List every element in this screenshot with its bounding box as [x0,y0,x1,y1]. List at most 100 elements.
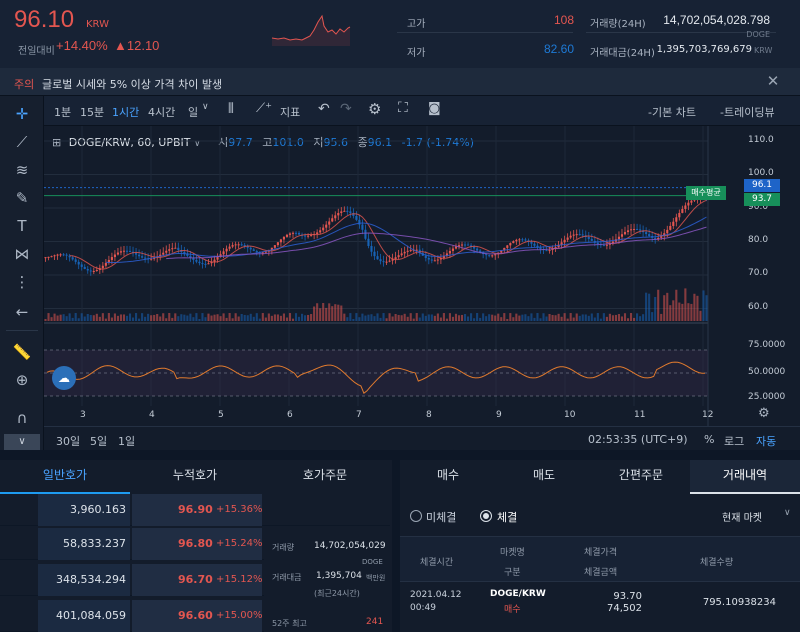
tab-buy[interactable]: 매수 [400,466,496,483]
price-tick: 70.0 [748,268,769,278]
price-axis[interactable]: 110.0 100.0 90.0 80.0 70.0 60.0 96.1 93.… [686,126,800,426]
candle-body [379,259,382,262]
radio-unfilled[interactable] [410,510,422,522]
cloud-icon[interactable]: ☁ [52,366,76,390]
candle-body [364,229,367,239]
fullscreen-icon[interactable]: ⛶ [398,100,408,116]
trade-row[interactable]: 2021.04.12 00:49 DOGE/KRW 매수 93.70 74,50… [400,582,800,632]
text-icon[interactable]: T [12,216,32,236]
pattern-icon[interactable]: ⋈ [12,244,32,264]
clock-time[interactable]: 02:53:35 (UTC+9) [588,433,688,446]
undo-icon[interactable]: ↶ [318,101,330,117]
time-axis[interactable]: 3 4 5 6 7 8 9 10 11 12 [44,408,713,426]
price-currency: KRW [86,19,109,30]
candle-body [485,254,488,256]
candle-body [587,236,590,239]
brush-icon[interactable]: ✎ [12,188,32,208]
volume-bar [370,314,373,321]
change-pct: +14.40% [56,38,108,53]
indicator-button[interactable]: 지표 [280,104,300,120]
volume-bar [59,314,62,321]
interval-dropdown-icon[interactable]: ∨ [202,102,209,112]
tab-sell[interactable]: 매도 [496,466,592,483]
tradingview-button[interactable]: -트레이딩뷰 [720,104,775,120]
candle-body [47,256,50,258]
high-label: 고가 [407,19,426,30]
prediction-icon[interactable]: ⋮ [12,272,32,292]
info-52w-high-value: 241 [366,617,384,627]
interval-day[interactable]: 일 [188,104,198,120]
ask-price: 96.80 [178,537,213,550]
rsi-tick: 25.0000 [748,392,786,402]
ask-price-cell[interactable]: 96.60 +15.00% [132,600,263,632]
volume-bar [678,302,681,321]
range-30d[interactable]: 30일 [56,433,80,449]
magnet-icon[interactable]: ∩ [12,408,32,428]
tab-simple-order[interactable]: 간편주문 [592,466,690,483]
candle-body [316,232,319,235]
radio-unfilled-label[interactable]: 미체결 [426,509,456,525]
orderbook-row[interactable]: 3,960.163 96.90 +15.36% [0,494,390,526]
interval-1h[interactable]: 1시간 [112,104,139,120]
radio-filled-label[interactable]: 체결 [497,509,517,525]
candle-body [355,215,358,220]
tab-cumulative-orderbook[interactable]: 누적호가 [130,466,260,483]
close-icon[interactable]: ✕ [764,72,782,90]
volume-bar [50,317,53,321]
radio-filled[interactable] [480,510,492,522]
chevron-down-icon[interactable]: ∨ [784,508,791,518]
candle-body [403,251,406,254]
trend-line-icon[interactable]: ⟋ [12,132,32,152]
moving-average-line [166,226,707,260]
interval-1m[interactable]: 1분 [54,104,71,120]
basic-chart-button[interactable]: -기본 차트 [648,104,696,120]
ask-price-cell[interactable]: 96.90 +15.36% [132,494,263,526]
back-arrow-icon[interactable]: ← [12,302,32,322]
log-toggle[interactable]: 로그 [724,433,744,449]
candle-body [304,235,307,237]
indicator-icon[interactable]: ⟋⁺ [256,101,272,116]
candle-body [74,259,77,262]
chevron-down-icon[interactable]: ∨ [4,434,40,450]
fib-icon[interactable]: ≋ [12,160,32,180]
percent-toggle[interactable]: % [704,433,714,446]
redo-icon[interactable]: ↷ [340,101,352,117]
price-chart[interactable] [44,126,800,426]
candle-type-icon[interactable]: ⫴ [228,101,234,117]
candle-body [89,270,92,272]
tab-orderbook-order[interactable]: 호가주문 [260,466,390,483]
range-1d[interactable]: 1일 [118,433,135,449]
volume-bar [617,314,621,321]
market-select[interactable]: 현재 마켓 [722,509,762,524]
price-tick: 60.0 [748,302,769,312]
volume-bar [92,315,95,321]
candle-body [460,244,464,246]
candle-body [648,234,651,237]
volume-bar [180,314,183,321]
volume-bar [548,313,551,321]
tab-general-orderbook[interactable]: 일반호가 [0,466,130,483]
camera-icon[interactable]: ◙ [428,101,441,116]
col-market: 마켓명 [500,548,525,558]
zoom-in-icon[interactable]: ⊕ [12,370,32,390]
candle-body [101,265,104,269]
ruler-icon[interactable]: 📏 [12,342,32,362]
candle-body [373,251,376,257]
volume-bar [590,313,593,321]
info-volume-unit: DOGE [362,558,383,566]
auto-toggle[interactable]: 자동 [756,433,776,449]
candle-body [626,230,630,233]
interval-4h[interactable]: 4시간 [148,104,175,120]
ask-price-cell[interactable]: 96.70 +15.12% [132,564,263,596]
settings-icon[interactable]: ⚙ [368,100,381,118]
axis-settings-icon[interactable]: ⚙ [758,406,770,421]
range-5d[interactable]: 5일 [90,433,107,449]
crosshair-icon[interactable]: ✛ [12,104,32,124]
interval-15m[interactable]: 15분 [80,104,104,120]
ask-price-cell[interactable]: 96.80 +15.24% [132,528,263,560]
time-tick: 9 [496,410,502,420]
ticker-header: 96.10 KRW 전일대비 +14.40% ▲12.10 고가 108 저가 … [0,0,800,68]
tab-trade-history[interactable]: 거래내역 [690,466,800,483]
time-tick: 11 [634,410,646,420]
candle-body [602,245,605,247]
